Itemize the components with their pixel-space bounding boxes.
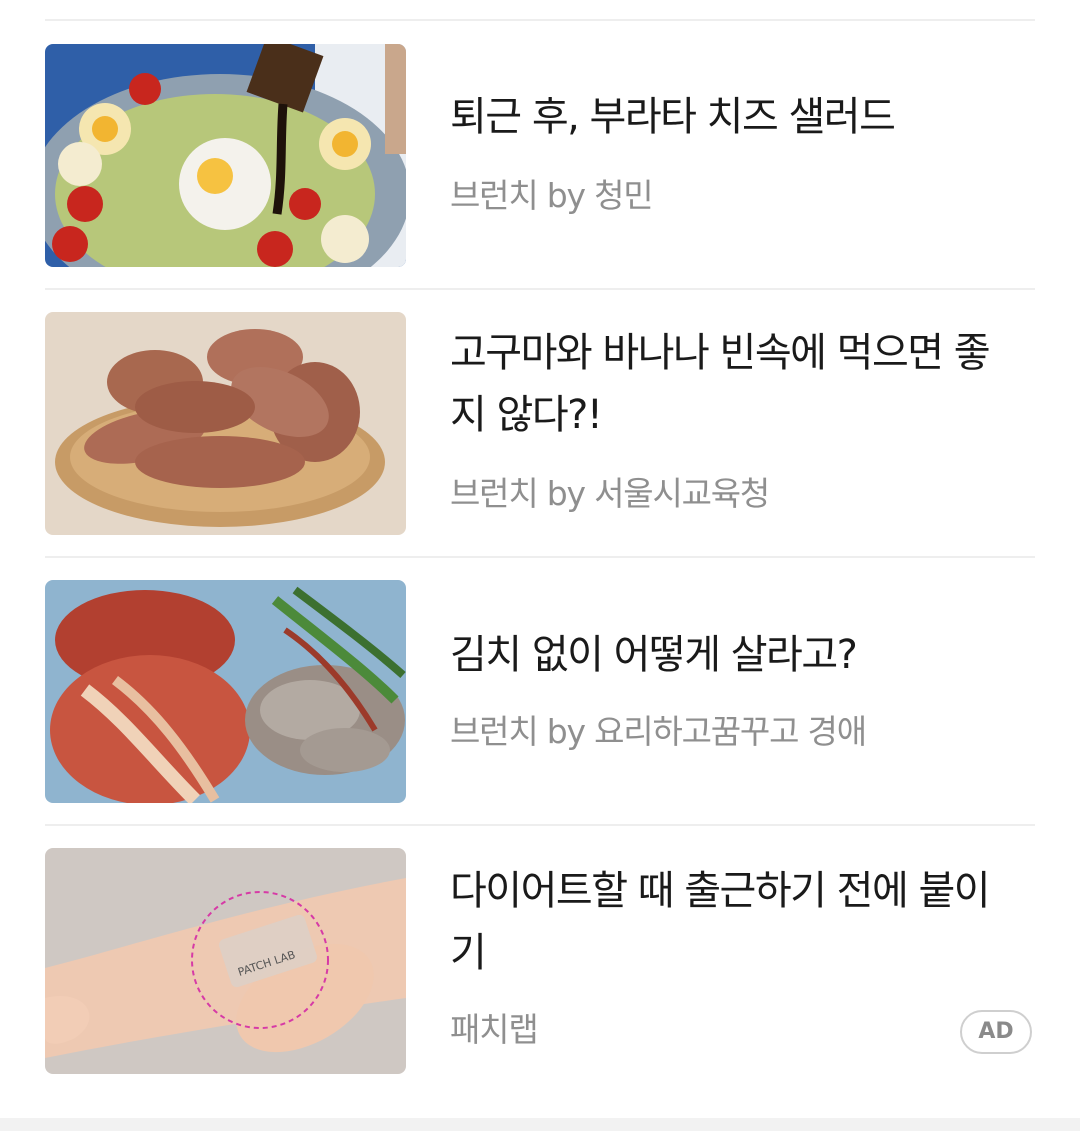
sweet-potato-image	[45, 312, 406, 535]
kimchi-image	[45, 580, 406, 803]
item-title[interactable]: 다이어트할 때 출근하기 전에 붙이기	[450, 860, 1020, 984]
content-feed: 퇴근 후, 부라타 치즈 샐러드 브런치 by 청민 고구마와 바나나 빈속에 …	[0, 0, 1080, 1131]
feed-item-salad[interactable]: 퇴근 후, 부라타 치즈 샐러드 브런치 by 청민	[0, 44, 1080, 268]
feed-item-ad[interactable]: PATCH LAB 다이어트할 때 출근하기 전에 붙이기 패치랩 AD	[0, 848, 1080, 1074]
ad-badge: AD	[960, 1010, 1032, 1054]
salad-image	[45, 44, 406, 267]
divider	[45, 824, 1035, 826]
item-title[interactable]: 김치 없이 어떻게 살라고?	[450, 624, 1020, 686]
item-source: 패치랩	[450, 1010, 539, 1049]
item-source: 브런치 by 요리하고꿈꾸고 경애	[450, 712, 867, 751]
divider	[45, 288, 1035, 290]
divider	[45, 19, 1035, 21]
item-source: 브런치 by 서울시교육청	[450, 474, 770, 513]
divider	[45, 556, 1035, 558]
item-title[interactable]: 고구마와 바나나 빈속에 먹으면 좋지 않다?!	[450, 322, 1020, 446]
feed-item-kimchi[interactable]: 김치 없이 어떻게 살라고? 브런치 by 요리하고꿈꾸고 경애	[0, 580, 1080, 804]
section-separator	[0, 1118, 1080, 1131]
item-source: 브런치 by 청민	[450, 176, 654, 215]
patch-image: PATCH LAB	[45, 848, 406, 1074]
feed-item-sweet-potato[interactable]: 고구마와 바나나 빈속에 먹으면 좋지 않다?! 브런치 by 서울시교육청	[0, 312, 1080, 536]
item-title[interactable]: 퇴근 후, 부라타 치즈 샐러드	[450, 86, 1020, 148]
